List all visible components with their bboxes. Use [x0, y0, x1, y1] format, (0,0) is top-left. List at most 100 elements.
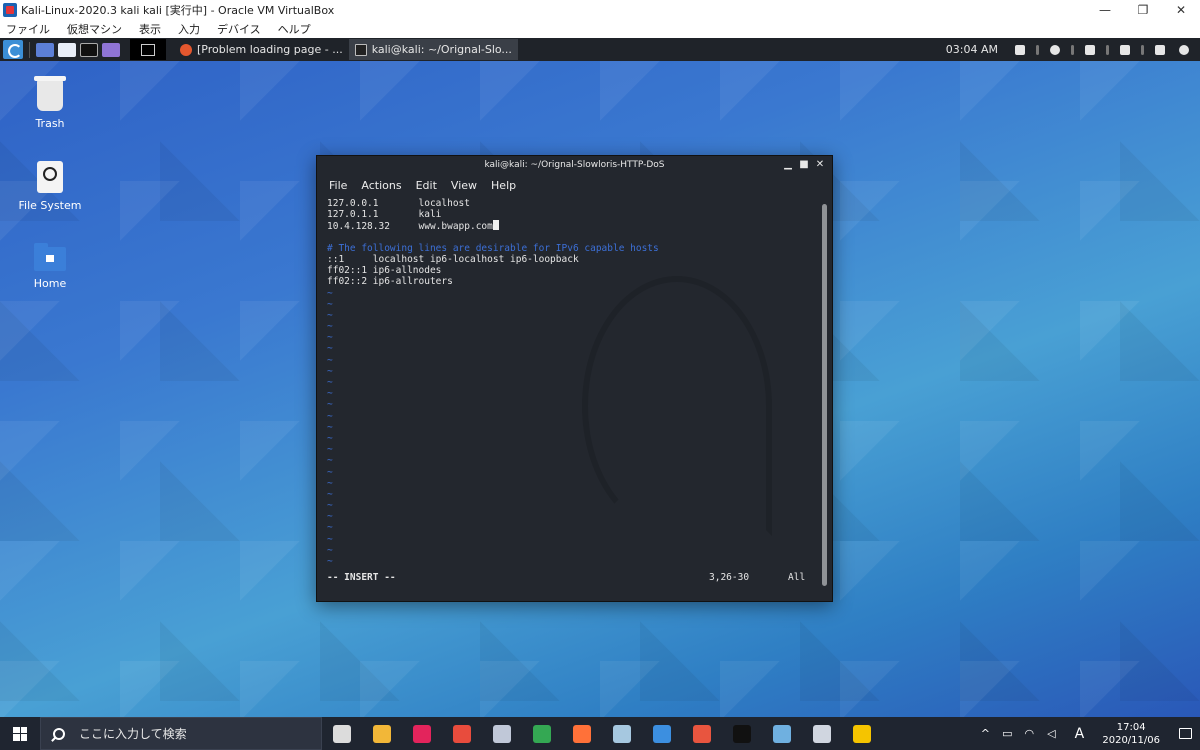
- browser-launcher-icon[interactable]: [102, 42, 120, 57]
- kali-top-panel: [Problem loading page - ... kali@kali: ~…: [0, 38, 1200, 61]
- task-terminal[interactable]: kali@kali: ~/Orignal-Slo...: [348, 39, 518, 60]
- taskbar-search-box[interactable]: ここに入力して検索: [40, 717, 322, 750]
- taskbar-app-tool[interactable]: [842, 717, 882, 750]
- vim-empty-line: ~: [327, 500, 333, 512]
- start-button[interactable]: [0, 717, 40, 750]
- show-desktop-icon[interactable]: [36, 42, 54, 57]
- desktop-icon-file-system[interactable]: File System: [10, 161, 90, 212]
- terminal-icon: [733, 724, 751, 743]
- taskbar-app-paint[interactable]: [482, 717, 522, 750]
- terminal-title-bar[interactable]: kali@kali: ~/Orignal-Slowloris-HTTP-DoS …: [317, 156, 832, 174]
- terminal-scrollbar[interactable]: [822, 204, 827, 586]
- vim-empty-line: ~: [327, 354, 333, 366]
- taskbar-app-terminal[interactable]: [722, 717, 762, 750]
- paint-icon: [493, 724, 511, 743]
- menu-view[interactable]: 表示: [139, 21, 161, 37]
- folder-icon: [373, 724, 391, 743]
- task-view-button[interactable]: [322, 717, 362, 750]
- terminal-maximize-button[interactable]: ■: [798, 159, 810, 171]
- taskbar-app-firefox[interactable]: [562, 717, 602, 750]
- taskbar-app-explorer[interactable]: [362, 717, 402, 750]
- terminal-menu-file[interactable]: File: [329, 179, 347, 192]
- kali-menu-icon[interactable]: [3, 40, 23, 59]
- vim-empty-line: ~: [327, 309, 333, 321]
- wifi-icon[interactable]: ◠: [1020, 727, 1038, 740]
- tray-separator: [1036, 44, 1039, 55]
- vim-empty-line: ~: [327, 477, 333, 489]
- speaker-icon[interactable]: ◁: [1042, 727, 1060, 740]
- desktop-icon-label: Trash: [35, 117, 65, 130]
- vim-empty-line: ~: [327, 466, 333, 478]
- vim-empty-line: ~: [327, 332, 333, 344]
- taskbar-clock[interactable]: 17:04 2020/11/06: [1102, 721, 1160, 747]
- vim-empty-line: ~: [327, 399, 333, 411]
- panel-clock[interactable]: 03:04 AM: [946, 43, 998, 56]
- volume-icon[interactable]: [1050, 44, 1060, 55]
- terminal-window-controls: ▁ ■ ✕: [778, 159, 826, 171]
- menu-input[interactable]: 入力: [178, 21, 200, 37]
- terminal-window[interactable]: kali@kali: ~/Orignal-Slowloris-HTTP-DoS …: [316, 155, 833, 602]
- task-firefox[interactable]: [Problem loading page - ...: [174, 39, 349, 60]
- menu-devices[interactable]: デバイス: [217, 21, 261, 37]
- panel-separator: [29, 41, 30, 58]
- workspace-switcher[interactable]: [130, 39, 166, 60]
- desktop: Trash File System Home kali@kali: ~/Orig…: [0, 61, 1200, 717]
- system-tray: ^ ▭ ◠ ◁ A 17:04 2020/11/06: [974, 717, 1200, 750]
- ime-indicator[interactable]: A: [1070, 726, 1088, 742]
- drive-icon: [37, 161, 63, 193]
- action-center-button[interactable]: [1170, 728, 1200, 739]
- taskbar-app-screen[interactable]: [762, 717, 802, 750]
- vim-empty-line: ~: [327, 365, 333, 377]
- vim-status-line: -- INSERT -- 3,26-30 All: [327, 572, 805, 584]
- taskbar-app-sync[interactable]: [442, 717, 482, 750]
- taskbar-app-red[interactable]: [402, 717, 442, 750]
- lock-icon[interactable]: [1155, 44, 1165, 55]
- text-line: ff02::1 ip6-allnodes: [327, 265, 442, 277]
- terminal-text-area[interactable]: 127.0.0.1 localhost 127.0.1.1 kali 10.4.…: [327, 198, 815, 591]
- taskbar-app-wireshark[interactable]: [642, 717, 682, 750]
- vim-empty-line: ~: [327, 522, 333, 534]
- sync-icon: [453, 724, 471, 743]
- text-line: 127.0.1.1 kali: [327, 209, 442, 221]
- task-firefox-label: [Problem loading page - ...: [197, 43, 343, 56]
- file-manager-icon[interactable]: [58, 42, 76, 57]
- vim-empty-line: ~: [327, 511, 333, 523]
- windows-taskbar: ここに入力して検索 ^ ▭ ◠ ◁ A 17:04 2020/11/06: [0, 717, 1200, 750]
- text-line: ff02::2 ip6-allrouters: [327, 276, 453, 288]
- firefox-icon: [180, 43, 192, 56]
- battery-icon[interactable]: ▭: [998, 727, 1016, 740]
- vim-empty-line: ~: [327, 410, 333, 422]
- restore-button[interactable]: ❐: [1124, 0, 1162, 20]
- terminal-icon: [354, 43, 367, 56]
- minimize-button[interactable]: —: [1086, 0, 1124, 20]
- terminal-menu-actions[interactable]: Actions: [361, 179, 401, 192]
- terminal-launcher-icon[interactable]: [80, 42, 98, 57]
- taskbar-app-notes[interactable]: [602, 717, 642, 750]
- menu-file[interactable]: ファイル: [6, 21, 50, 37]
- vbox-title-bar: Kali-Linux-2020.3 kali kali [実行中] - Orac…: [0, 0, 1200, 20]
- terminal-close-button[interactable]: ✕: [814, 159, 826, 171]
- notification-bell-icon[interactable]: [1085, 44, 1095, 55]
- power-icon[interactable]: [1179, 44, 1189, 55]
- desktop-icon-trash[interactable]: Trash: [10, 76, 90, 130]
- menu-help[interactable]: ヘルプ: [278, 21, 311, 37]
- workspace-1[interactable]: [141, 43, 155, 56]
- taskbar-app-burp[interactable]: [682, 717, 722, 750]
- terminal-menu-edit[interactable]: Edit: [416, 179, 437, 192]
- tray-up-arrow[interactable]: ^: [976, 727, 994, 740]
- clock-time: 17:04: [1116, 721, 1146, 733]
- close-button[interactable]: ✕: [1162, 0, 1200, 20]
- terminal-menu-help[interactable]: Help: [491, 179, 516, 192]
- desktop-icon-home[interactable]: Home: [10, 243, 90, 290]
- trash-icon: [34, 76, 66, 111]
- comment-line: # The following lines are desirable for …: [327, 242, 659, 254]
- taskbar-apps: [322, 717, 882, 750]
- menu-machine[interactable]: 仮想マシン: [67, 21, 122, 37]
- taskbar-app-virtualbox[interactable]: [802, 717, 842, 750]
- terminal-menu-view[interactable]: View: [451, 179, 477, 192]
- display-icon[interactable]: [1015, 44, 1025, 55]
- taskbar-app-chrome[interactable]: [522, 717, 562, 750]
- battery-icon[interactable]: [1120, 44, 1130, 55]
- terminal-minimize-button[interactable]: ▁: [782, 159, 794, 171]
- vim-empty-line: ~: [327, 544, 333, 556]
